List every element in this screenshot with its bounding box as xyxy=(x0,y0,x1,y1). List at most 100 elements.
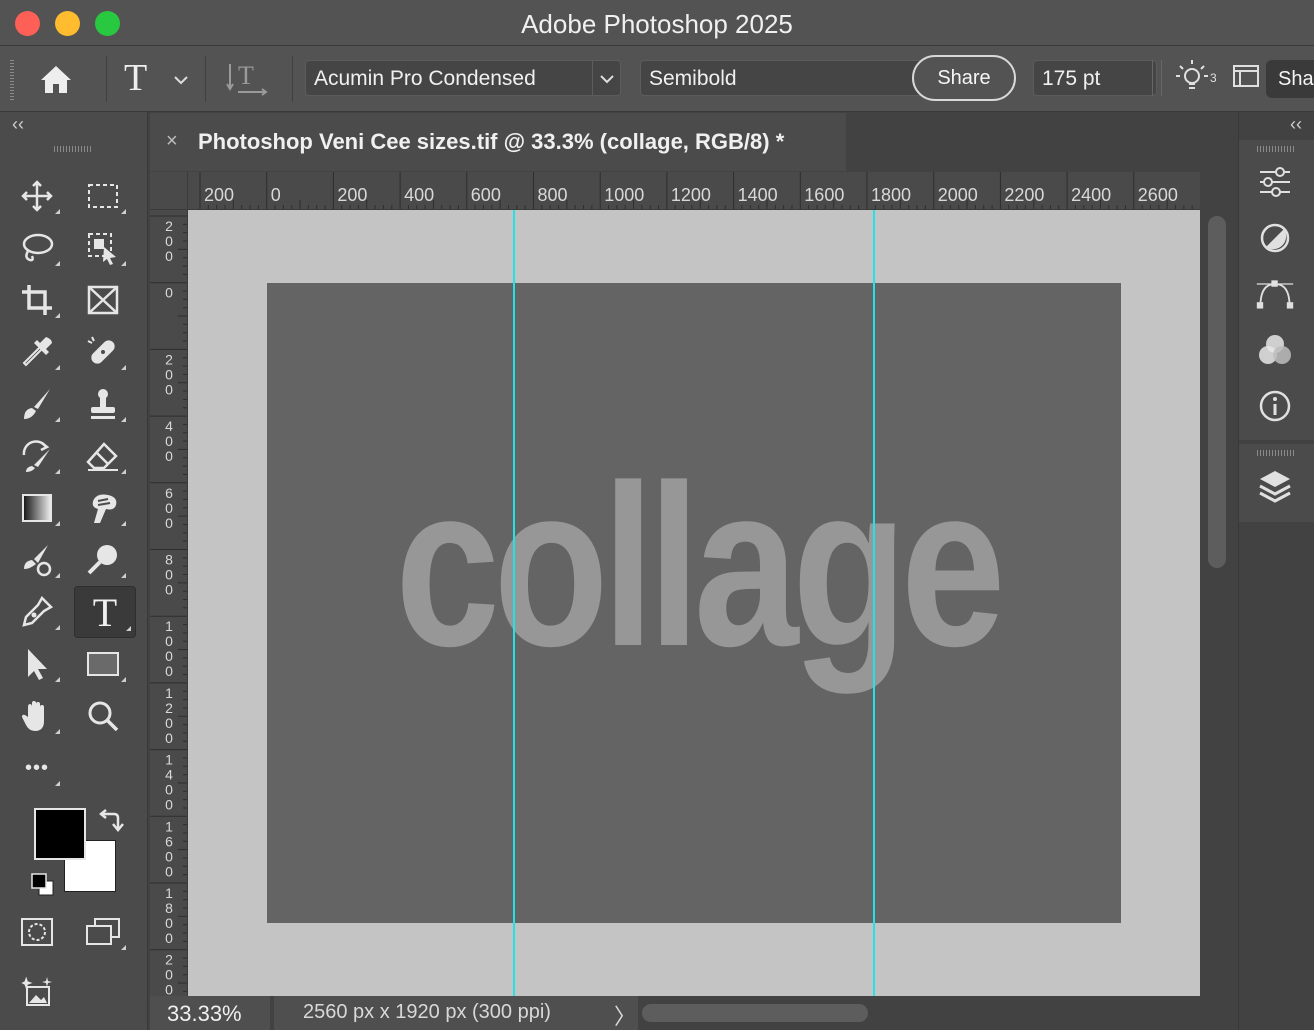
collapse-dock-button[interactable]: ‹‹ xyxy=(1290,114,1302,135)
eyedropper-tool[interactable] xyxy=(10,328,64,376)
spot-healing-brush-tool[interactable] xyxy=(76,328,130,376)
collapse-toolbar-button[interactable]: ‹‹ xyxy=(12,114,24,135)
share-button[interactable]: Share xyxy=(912,55,1016,101)
move-tool[interactable] xyxy=(10,172,64,220)
font-size-scrub[interactable] xyxy=(1152,60,1162,96)
options-bar-grip[interactable] xyxy=(10,60,14,100)
ruler-tick-label: 0 xyxy=(165,982,173,996)
swap-colors-button[interactable] xyxy=(98,808,126,834)
horizontal-type-tool[interactable]: T xyxy=(74,586,136,638)
tool-preset-picker[interactable]: T xyxy=(118,56,196,100)
ruler-tick-label: 8 xyxy=(165,900,173,916)
color-icon xyxy=(1260,223,1290,253)
title-bar: Adobe Photoshop 2025 xyxy=(0,0,1314,46)
crop-tool[interactable] xyxy=(10,276,64,324)
smudge-icon xyxy=(92,494,117,523)
adjustments-panel-button[interactable] xyxy=(1255,162,1295,202)
clone-stamp-tool[interactable] xyxy=(76,380,130,428)
pen-tool[interactable] xyxy=(10,588,64,636)
type-tool-icon: T xyxy=(92,589,118,635)
horizontal-scrollbar-thumb[interactable] xyxy=(642,1004,868,1022)
app-title: Adobe Photoshop 2025 xyxy=(521,9,793,39)
font-style-dropdown[interactable]: Semibold xyxy=(640,60,940,96)
ruler-tick-label: 400 xyxy=(404,185,434,205)
info-panel-button[interactable] xyxy=(1255,386,1295,426)
ruler-tick-label: 0 xyxy=(165,730,173,746)
edit-toolbar-button[interactable]: ••• xyxy=(10,744,64,792)
ruler-tick-label: 2000 xyxy=(938,185,978,205)
object-selection-tool[interactable] xyxy=(76,224,130,272)
screen-mode-button[interactable] xyxy=(76,908,130,956)
panel-toggle-button[interactable] xyxy=(1230,60,1266,96)
frame-tool[interactable] xyxy=(76,276,130,324)
rectangle-icon xyxy=(87,652,119,676)
layers-icon xyxy=(1259,471,1291,503)
collage-text-layer[interactable]: collage xyxy=(347,433,1047,698)
path-selection-tool[interactable] xyxy=(10,640,64,688)
ruler-tick-label: 0 xyxy=(271,185,281,205)
ruler-tick-label: 0 xyxy=(165,633,173,649)
vertical-guide[interactable] xyxy=(513,210,515,996)
channels-panel-button[interactable] xyxy=(1255,330,1295,370)
document-tab[interactable]: × Photoshop Veni Cee sizes.tif @ 33.3% (… xyxy=(150,113,846,171)
generative-fill-button[interactable] xyxy=(10,968,64,1016)
status-bar: 33.33% 2560 px x 1920 px (300 ppi) 〉 xyxy=(150,996,1237,1030)
home-icon xyxy=(41,66,71,93)
close-tab-icon[interactable]: × xyxy=(166,130,178,153)
vertical-ruler[interactable]: 200020040060080010001200140016001800200 xyxy=(150,210,188,996)
ruler-tick-label: 0 xyxy=(165,500,173,516)
default-colors-button[interactable] xyxy=(30,872,56,898)
font-size-field[interactable]: 175 pt xyxy=(1033,60,1157,96)
layers-panel-button[interactable] xyxy=(1255,466,1295,506)
quick-mask-button[interactable] xyxy=(10,908,64,956)
vertical-guide[interactable] xyxy=(873,210,875,996)
lasso-tool[interactable] xyxy=(10,224,64,272)
mixer-brush-tool[interactable] xyxy=(10,536,64,584)
color-panel-button[interactable] xyxy=(1255,218,1295,258)
ruler-tick-label: 6 xyxy=(165,485,173,501)
ruler-origin[interactable] xyxy=(150,172,188,210)
ruler-tick-label: 0 xyxy=(165,248,173,264)
zoom-tool[interactable] xyxy=(76,692,130,740)
artwork-rectangle[interactable]: collage xyxy=(267,283,1121,923)
share-button-truncated[interactable]: Sha xyxy=(1266,60,1314,98)
toggle-text-orientation-button[interactable]: T xyxy=(226,58,274,100)
ruler-tick-label: 0 xyxy=(165,582,173,598)
ruler-tick-label: 0 xyxy=(165,285,173,301)
status-menu-arrow[interactable]: 〉 xyxy=(614,999,636,1030)
toolbar-grip[interactable] xyxy=(54,146,92,152)
vertical-scrollbar-thumb[interactable] xyxy=(1208,216,1226,568)
eraser-icon xyxy=(86,442,118,471)
panel-group-grip[interactable] xyxy=(1257,146,1295,152)
separator xyxy=(106,56,107,102)
horizontal-ruler[interactable]: 200 0 200 400 600 800 1000 1200 1400 1600 1800 2000… xyxy=(188,172,1200,210)
type-tool-icon: T xyxy=(124,57,148,99)
document-info[interactable]: 2560 px x 1920 px (300 ppi) xyxy=(274,996,638,1030)
smudge-tool[interactable] xyxy=(76,484,130,532)
eraser-tool[interactable] xyxy=(76,432,130,480)
panel-group-grip[interactable] xyxy=(1257,450,1295,456)
brush-tool[interactable] xyxy=(10,380,64,428)
ruler-tick-label: 0 xyxy=(165,863,173,879)
separator xyxy=(292,56,293,102)
font-family-value: Acumin Pro Condensed xyxy=(314,67,536,90)
vertical-ruler-ticks: 200020040060080010001200140016001800200 xyxy=(150,215,187,996)
gradient-tool[interactable] xyxy=(10,484,64,532)
document-canvas[interactable]: collage xyxy=(188,210,1200,996)
lightbulb-icon: 3 xyxy=(1176,60,1217,89)
ruler-tick-label: 4 xyxy=(165,767,173,783)
zoom-icon xyxy=(88,701,119,732)
foreground-color-swatch[interactable] xyxy=(34,808,86,860)
home-button[interactable] xyxy=(32,58,80,100)
dodge-tool[interactable] xyxy=(76,536,130,584)
discover-button[interactable]: 3 xyxy=(1172,58,1220,100)
zoom-level-field[interactable]: 33.33% xyxy=(150,996,270,1030)
rectangle-tool[interactable] xyxy=(76,640,130,688)
hand-tool[interactable] xyxy=(10,692,64,740)
ruler-tick-label: 2 xyxy=(165,351,173,367)
pen-icon xyxy=(22,595,54,627)
font-family-dropdown[interactable]: Acumin Pro Condensed xyxy=(305,60,621,96)
rectangular-marquee-tool[interactable] xyxy=(76,172,130,220)
history-brush-tool[interactable] xyxy=(10,432,64,480)
paths-panel-button[interactable] xyxy=(1255,274,1295,314)
